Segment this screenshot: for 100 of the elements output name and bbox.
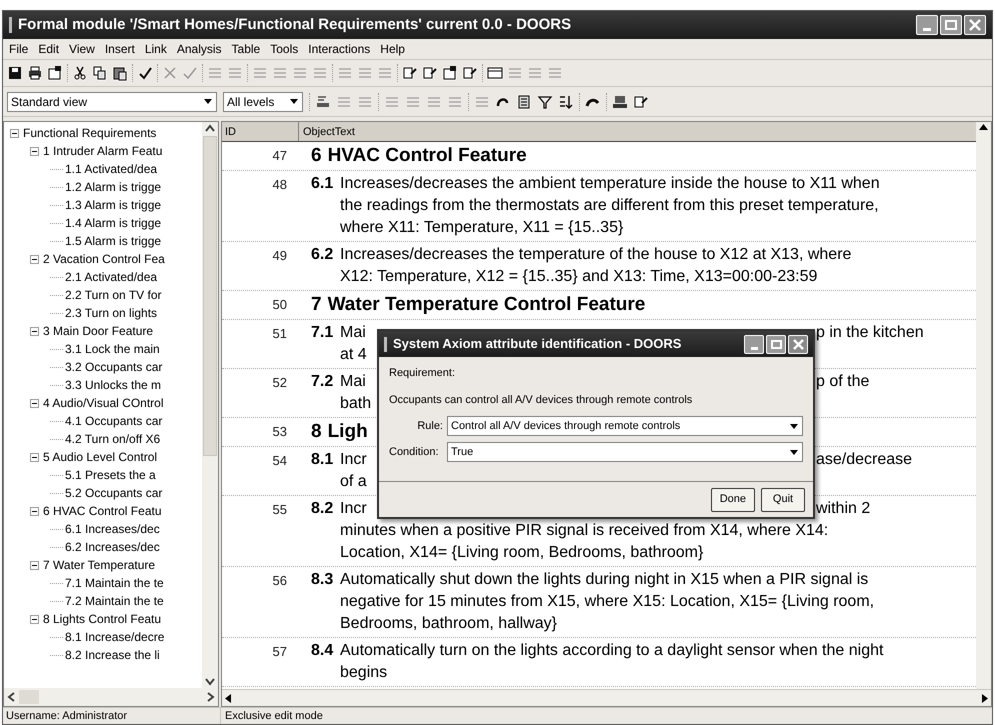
- requirement-text: the readings from the thermostats are different from this preset temperature,: [340, 196, 879, 216]
- column-header[interactable]: ObjectText: [299, 122, 976, 141]
- save-icon[interactable]: [7, 65, 23, 81]
- computer-icon[interactable]: [612, 94, 628, 110]
- row-id: 57: [272, 643, 288, 661]
- tree-item[interactable]: 5.1 Presets the a: [65, 466, 156, 484]
- tree-item[interactable]: 4.1 Occupants car: [65, 412, 162, 430]
- scroll-left-icon: [225, 694, 231, 702]
- tree-item[interactable]: 3 Main Door Feature: [43, 322, 154, 340]
- sort-icon[interactable]: [558, 94, 574, 110]
- dialog-button[interactable]: Quit: [761, 488, 805, 512]
- close-button[interactable]: [788, 334, 808, 354]
- filter-icon[interactable]: [537, 94, 553, 110]
- tree-item[interactable]: 1.5 Alarm is trigge: [65, 232, 162, 250]
- collapse-toggle[interactable]: [30, 146, 39, 156]
- collapse-toggle[interactable]: [30, 254, 39, 264]
- menu-item[interactable]: Analysis: [172, 40, 226, 58]
- menu-item[interactable]: Tools: [266, 40, 302, 58]
- minimize-icon: [750, 346, 758, 350]
- rule-dropdown[interactable]: Control all A/V devices through remote controls: [447, 416, 803, 436]
- tree-item[interactable]: 8.1 Increase/decre: [65, 628, 164, 646]
- document-icon[interactable]: [516, 94, 532, 110]
- scroll-right-icon: [982, 694, 988, 702]
- heading-text: HVAC Control Feature: [328, 144, 527, 168]
- menu-item[interactable]: Help: [376, 40, 409, 58]
- column-header[interactable]: ID: [222, 122, 299, 141]
- vertical-scrollbar[interactable]: [976, 122, 991, 689]
- requirement-text: p in the kitchen: [816, 323, 924, 343]
- collapse-toggle[interactable]: [30, 506, 39, 516]
- tree-item[interactable]: 7 Water Temperature: [43, 556, 156, 574]
- collapse-toggle[interactable]: [10, 128, 19, 138]
- scroll-right-icon: [207, 692, 215, 702]
- tree-item[interactable]: 1.3 Alarm is trigge: [65, 196, 162, 214]
- collapse-toggle[interactable]: [30, 452, 39, 462]
- menu-item[interactable]: Link: [140, 40, 171, 58]
- vertical-scrollbar[interactable]: [202, 122, 218, 688]
- tree-item[interactable]: 1 Intruder Alarm Featu: [43, 142, 162, 160]
- tree-item[interactable]: 4 Audio/Visual COntrol: [43, 394, 164, 412]
- tree-item[interactable]: 3.3 Unlocks the m: [65, 376, 162, 394]
- tree-item[interactable]: 8.2 Increase the li: [65, 646, 160, 664]
- row-id: 54: [272, 452, 288, 470]
- maximize-button[interactable]: [766, 334, 786, 354]
- tree-item[interactable]: 5.2 Occupants car: [65, 484, 162, 502]
- condition-dropdown[interactable]: True: [447, 442, 803, 462]
- menu-item[interactable]: Table: [228, 40, 264, 58]
- collapse-toggle[interactable]: [30, 326, 39, 336]
- collapse-toggle[interactable]: [30, 398, 39, 408]
- tree-item[interactable]: 1.4 Alarm is trigge: [65, 214, 162, 232]
- tree-item[interactable]: 2 Vacation Control Fea: [43, 250, 165, 268]
- menu-item[interactable]: Insert: [100, 40, 139, 58]
- view-dropdown[interactable]: Standard view: [7, 92, 217, 112]
- dialog-button[interactable]: Done: [710, 488, 755, 512]
- requirement-text: Bedrooms, bathroom, hallway}: [340, 614, 557, 634]
- dropdown-arrow-icon: [290, 99, 298, 104]
- close-icon: [969, 19, 981, 31]
- row-id: 55: [272, 501, 288, 519]
- tree-item[interactable]: 6 HVAC Control Featu: [43, 502, 162, 520]
- tree-item[interactable]: 6.2 Increases/dec: [65, 538, 160, 556]
- requirement-number: 8.3: [311, 570, 334, 590]
- collapse-toggle[interactable]: [30, 560, 39, 570]
- menu-item[interactable]: Interactions: [304, 40, 374, 58]
- tree-item[interactable]: 1.2 Alarm is trigge: [65, 178, 162, 196]
- scroll-thumb[interactable]: [203, 136, 217, 456]
- horizontal-scrollbar[interactable]: [222, 689, 991, 706]
- minimize-button[interactable]: [744, 334, 764, 354]
- status-text: Username: Administrator: [3, 708, 221, 724]
- tree-item[interactable]: 3.2 Occupants car: [65, 358, 162, 376]
- tree-item[interactable]: 2.2 Turn on TV for: [65, 286, 162, 304]
- menu-item[interactable]: File: [5, 40, 32, 58]
- tree-item[interactable]: 2.1 Activated/dea: [65, 268, 158, 286]
- requirement-number: 8.4: [311, 641, 334, 661]
- level-dropdown[interactable]: All levels: [223, 92, 303, 112]
- heading-number: 7: [311, 293, 322, 317]
- menu-item[interactable]: Edit: [34, 40, 64, 58]
- menu-item[interactable]: View: [65, 40, 99, 58]
- table-icon[interactable]: [487, 65, 503, 81]
- tree-item[interactable]: 1.1 Activated/dea: [65, 160, 158, 178]
- tree-item[interactable]: 4.2 Turn on/off X6: [65, 430, 160, 448]
- scissors-icon[interactable]: [72, 65, 88, 81]
- requirement-text: Mai: [340, 373, 366, 390]
- requirement-text: ase/decrease: [816, 450, 912, 470]
- collapse-toggle[interactable]: [30, 614, 39, 624]
- tree-item[interactable]: 2.3 Turn on lights: [65, 304, 158, 322]
- requirement-text: Increases/decreases the ambient temperature inside the house to X11 when: [340, 174, 880, 194]
- requirement-label: Requirement:: [389, 366, 456, 381]
- tree-item[interactable]: 7.2 Maintain the te: [65, 592, 164, 610]
- print-icon[interactable]: [27, 65, 43, 81]
- tree-item[interactable]: 7.1 Maintain the te: [65, 574, 164, 592]
- requirement-text: within 2: [816, 499, 870, 519]
- tree-item[interactable]: 8 Lights Control Featu: [43, 610, 162, 628]
- heading-number: 8: [311, 420, 322, 444]
- window-title: Formal module '/Smart Homes/Functional Requirements' current 0.0 - DOORS: [18, 14, 572, 35]
- tree-item[interactable]: 6.1 Increases/dec: [65, 520, 160, 538]
- horizontal-scrollbar[interactable]: [4, 688, 218, 706]
- paste-icon[interactable]: [112, 65, 128, 81]
- tree-item[interactable]: 5 Audio Level Control: [43, 448, 158, 466]
- tree-item[interactable]: Functional Requirements: [23, 124, 156, 142]
- copy-icon[interactable]: [92, 65, 108, 81]
- tree-item[interactable]: 3.1 Lock the main: [65, 340, 160, 358]
- dropdown-value: Standard view: [11, 94, 88, 110]
